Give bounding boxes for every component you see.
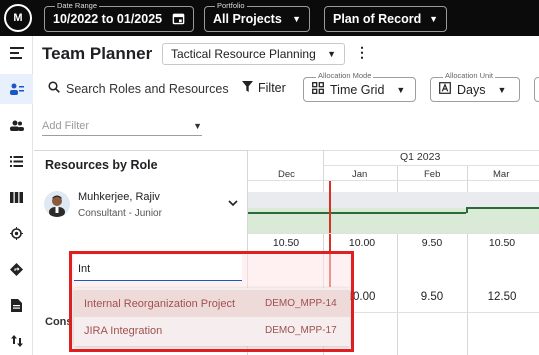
filter-icon xyxy=(242,81,253,95)
avatar xyxy=(44,191,70,217)
allocation-value: 10.00 xyxy=(348,237,376,249)
allocation-line xyxy=(466,207,539,209)
chevron-down-icon: ▼ xyxy=(497,84,507,95)
toolbar-overflow-control[interactable] xyxy=(534,77,539,102)
month-label-feb: Feb xyxy=(424,169,441,180)
option-jira-integration[interactable]: JIRA Integration DEMO_MPP-17 xyxy=(74,317,350,344)
month-header-bottom xyxy=(248,180,539,181)
allocation-unit-select[interactable]: Allocation Unit Days ▼ xyxy=(430,71,520,102)
search-icon xyxy=(48,81,60,96)
allocation-unit-value: Days xyxy=(457,82,486,97)
project-options-menu: Internal Reorganization Project DEMO_MPP… xyxy=(74,288,350,346)
quarter-label: Q1 2023 xyxy=(400,151,441,163)
letter-a-icon xyxy=(439,82,451,97)
grid-top-border xyxy=(248,150,539,151)
plan-value: Plan of Record xyxy=(333,12,422,26)
allocation-value: 10.50 xyxy=(272,237,300,249)
grid-icon xyxy=(312,82,324,97)
resource-name: Muhkerjee, Rajiv xyxy=(78,191,160,203)
more-options-icon[interactable]: ⋮ xyxy=(355,44,369,61)
row-divider xyxy=(248,233,539,234)
portfolio-value: All Projects xyxy=(213,12,282,26)
search-roles-resources[interactable]: Search Roles and Resources xyxy=(48,81,229,96)
portfolio-select[interactable]: Portfolio All Projects ▼ xyxy=(204,1,310,32)
allocation-value: 12.50 xyxy=(487,291,517,303)
target-icon[interactable] xyxy=(0,218,33,248)
filter-label: Filter xyxy=(258,81,286,95)
left-nav-rail xyxy=(0,36,33,355)
date-range-value: 10/2022 to 01/2025 xyxy=(53,12,163,26)
month-label-dec: Dec xyxy=(278,169,295,180)
menu-icon[interactable] xyxy=(0,38,33,68)
chevron-down-icon: ▼ xyxy=(193,120,202,131)
chevron-down-icon[interactable] xyxy=(228,199,238,210)
date-range-caption: Date Range xyxy=(55,1,100,10)
page-title: Team Planner xyxy=(42,44,153,63)
resource-row[interactable]: Muhkerjee, Rajiv Consultant - Junior xyxy=(34,181,247,233)
allocation-mode-value: Time Grid xyxy=(330,82,385,97)
app-logo[interactable]: M xyxy=(4,4,32,32)
allocation-mode-select[interactable]: Allocation Mode Time Grid ▼ xyxy=(303,71,416,102)
sort-arrows-icon[interactable] xyxy=(0,326,33,355)
chevron-down-icon: ▼ xyxy=(429,14,438,24)
allocation-mode-caption: Allocation Mode xyxy=(316,71,374,80)
filter-button[interactable]: Filter xyxy=(242,81,286,95)
quarter-divider xyxy=(323,165,539,166)
month-label-jan: Jan xyxy=(352,169,368,180)
portfolio-caption: Portfolio xyxy=(215,1,247,10)
option-name: JIRA Integration xyxy=(84,324,163,337)
board-columns-icon[interactable] xyxy=(0,182,33,212)
chevron-down-icon: ▼ xyxy=(292,14,301,24)
option-internal-reorganization[interactable]: Internal Reorganization Project DEMO_MPP… xyxy=(74,290,350,317)
resources-by-role-header: Resources by Role xyxy=(34,150,247,180)
allocation-value: 9.50 xyxy=(420,291,444,303)
option-code: DEMO_MPP-14 xyxy=(265,298,337,309)
add-filter-placeholder: Add Filter xyxy=(42,119,90,132)
app-root: M Date Range 10/2022 to 01/2025 Portfoli… xyxy=(0,0,539,355)
month-label-mar: Mar xyxy=(493,169,510,180)
date-range-picker[interactable]: Date Range 10/2022 to 01/2025 xyxy=(44,1,194,32)
allocation-value: 10.50 xyxy=(488,237,516,249)
view-select-value: Tactical Resource Planning xyxy=(171,47,316,61)
view-select[interactable]: Tactical Resource Planning ▼ xyxy=(162,43,345,65)
list-icon[interactable] xyxy=(0,146,33,176)
plan-select[interactable]: Plan of Record ▼ xyxy=(324,6,447,32)
chevron-down-icon: ▼ xyxy=(327,49,336,59)
allocation-value: 9.50 xyxy=(421,237,443,249)
resource-role: Consultant - Junior xyxy=(78,208,162,219)
team-planner-nav-icon[interactable] xyxy=(0,74,33,104)
capacity-band xyxy=(248,192,539,208)
people-icon[interactable] xyxy=(0,110,33,140)
project-search-input[interactable]: Int xyxy=(74,255,242,281)
allocation-line xyxy=(248,212,466,214)
option-code: DEMO_MPP-17 xyxy=(265,325,337,336)
allocation-unit-caption: Allocation Unit xyxy=(443,71,495,80)
search-label: Search Roles and Resources xyxy=(66,81,229,96)
directions-icon[interactable] xyxy=(0,254,33,284)
document-icon[interactable] xyxy=(0,290,33,320)
chevron-down-icon: ▼ xyxy=(396,84,406,95)
option-name: Internal Reorganization Project xyxy=(84,297,236,310)
calendar-icon xyxy=(172,12,185,27)
add-filter-field[interactable]: Add Filter ▼ xyxy=(42,116,202,136)
top-bar: M Date Range 10/2022 to 01/2025 Portfoli… xyxy=(0,0,539,36)
